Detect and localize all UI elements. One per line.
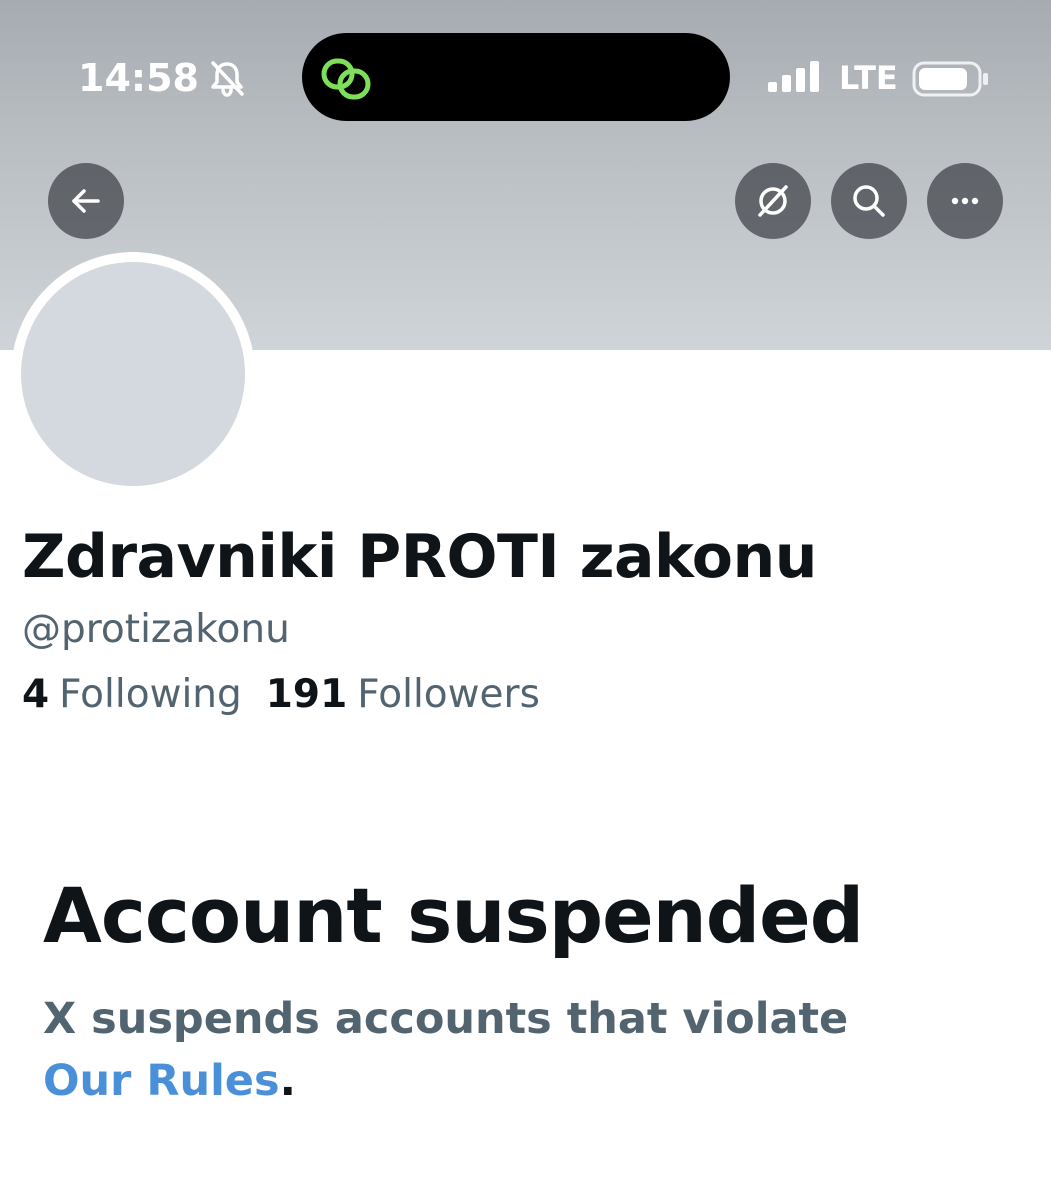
avatar-ring <box>11 252 255 496</box>
grok-icon <box>758 185 788 217</box>
dynamic-island[interactable] <box>302 33 730 121</box>
search-button[interactable] <box>831 163 907 239</box>
profile-stats: 4 Following 191 Followers <box>22 670 564 720</box>
profile-handle: @protizakonu <box>22 607 290 652</box>
followers-count: 191 <box>265 672 348 717</box>
back-button[interactable] <box>48 163 124 239</box>
link-icon <box>321 58 371 100</box>
search-icon <box>853 185 885 217</box>
more-options-button[interactable] <box>927 163 1003 239</box>
following-count: 4 <box>22 672 50 717</box>
suspended-message-text: X suspends accounts that violate <box>43 994 849 1044</box>
message-period: . <box>279 1056 296 1106</box>
bell-off-icon <box>211 61 244 97</box>
avatar[interactable] <box>21 262 245 486</box>
profile-display-name: Zdravniki PROTI zakonu <box>22 522 817 592</box>
suspended-message: X suspends accounts that violate Our Rul… <box>43 988 1003 1112</box>
status-time: 14:58 <box>78 56 199 100</box>
grok-button[interactable] <box>735 163 811 239</box>
network-type: LTE <box>839 59 898 97</box>
more-icon <box>951 197 979 205</box>
followers-link[interactable]: 191 Followers <box>266 670 540 720</box>
following-label: Following <box>59 672 242 717</box>
following-link[interactable]: 4 Following <box>22 670 242 720</box>
followers-label: Followers <box>357 672 540 717</box>
back-arrow-icon <box>72 189 100 213</box>
signal-icon <box>768 61 819 92</box>
suspended-title: Account suspended <box>43 871 864 960</box>
our-rules-link[interactable]: Our Rules <box>43 1056 280 1106</box>
battery-icon <box>912 61 988 97</box>
